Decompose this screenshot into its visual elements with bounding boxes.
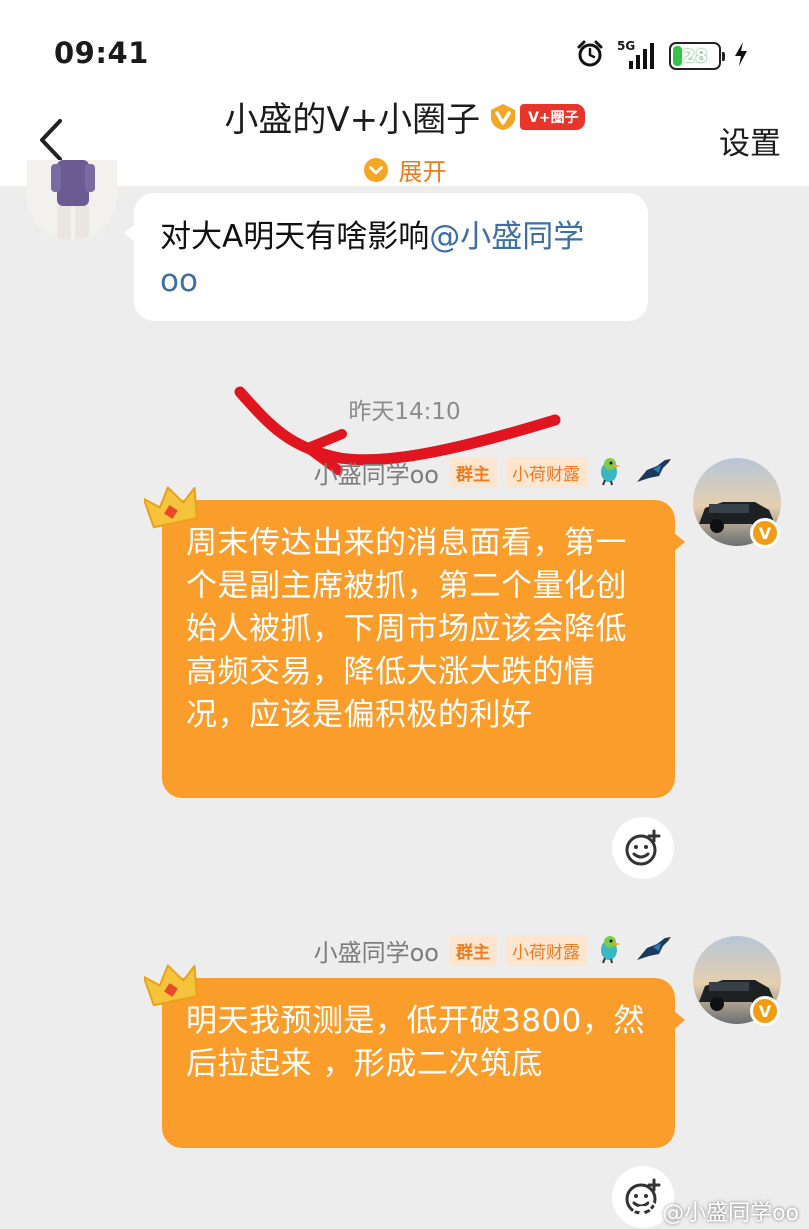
chevron-down-circle-icon [363,157,388,182]
watermark: @小盛同学oo [632,1195,799,1227]
message-bubble[interactable]: 周末传达出来的消息面看，第一个是副主席被抓，第二个量化创始人被抓，下周市场应该会… [162,500,685,798]
status-icons: 5G 28 [575,38,749,74]
magpie-icon [633,934,673,968]
add-emoji-icon [625,829,661,866]
sender-name[interactable]: 小盛同学oo [314,455,439,490]
rank-tag: 小荷财露 [505,935,587,966]
expand-toggle[interactable]: 展开 [0,152,809,187]
owner-tag: 群主 [449,457,497,488]
battery-icon: 28 [669,42,725,70]
owner-tag: 群主 [449,935,497,966]
status-time: 09:41 [54,36,149,70]
avatar[interactable] [27,160,117,240]
parrot-icon [595,934,625,968]
title-row: 小盛的V+小圈子 V+圈子 [0,92,809,141]
weibo-logo-icon [632,1202,658,1222]
message-bubble[interactable]: 对大A明天有啥影响@小盛同学oo [124,193,648,321]
message-bubble[interactable]: 明天我预测是，低开破3800，然后拉起来 ，形成二次筑底 [162,978,685,1148]
vip-badge: V [750,518,780,548]
crown-icon [144,964,198,1007]
magpie-icon [633,456,673,490]
signal-icon: 5G [617,39,657,71]
vip-badge: V [750,996,780,1026]
watermark-text: @小盛同学oo [662,1201,799,1226]
header-bar: 09:41 5G 28 小盛的V+小圈子 V+圈子 展开 设置 [0,0,809,186]
crown-icon [144,486,198,529]
charging-icon [733,41,749,71]
battery-level: 28 [682,45,708,67]
vplus-label: V+圈子 [520,103,585,130]
sender-name[interactable]: 小盛同学oo [314,933,439,968]
add-reaction-button[interactable] [612,817,674,879]
message-text: 对大A明天有啥影响 [160,219,430,255]
rank-tag: 小荷财露 [505,457,587,488]
message-text: 明天我预测是，低开破3800，然后拉起来 ，形成二次筑底 [186,1003,645,1082]
settings-button[interactable]: 设置 [719,118,781,163]
parrot-icon [595,456,625,490]
sender-row: 小盛同学oo 群主 小荷财露 [314,933,673,968]
page-title: 小盛的V+小圈子 [224,100,481,140]
sender-row: 小盛同学oo 群主 小荷财露 [314,455,673,490]
expand-label: 展开 [398,158,447,186]
v-shield-icon [491,103,516,130]
message-text: 周末传达出来的消息面看，第一个是副主席被抓，第二个量化创始人被抓，下周市场应该会… [186,525,627,733]
alarm-icon [575,39,605,73]
vplus-badge: V+圈子 [488,102,585,132]
